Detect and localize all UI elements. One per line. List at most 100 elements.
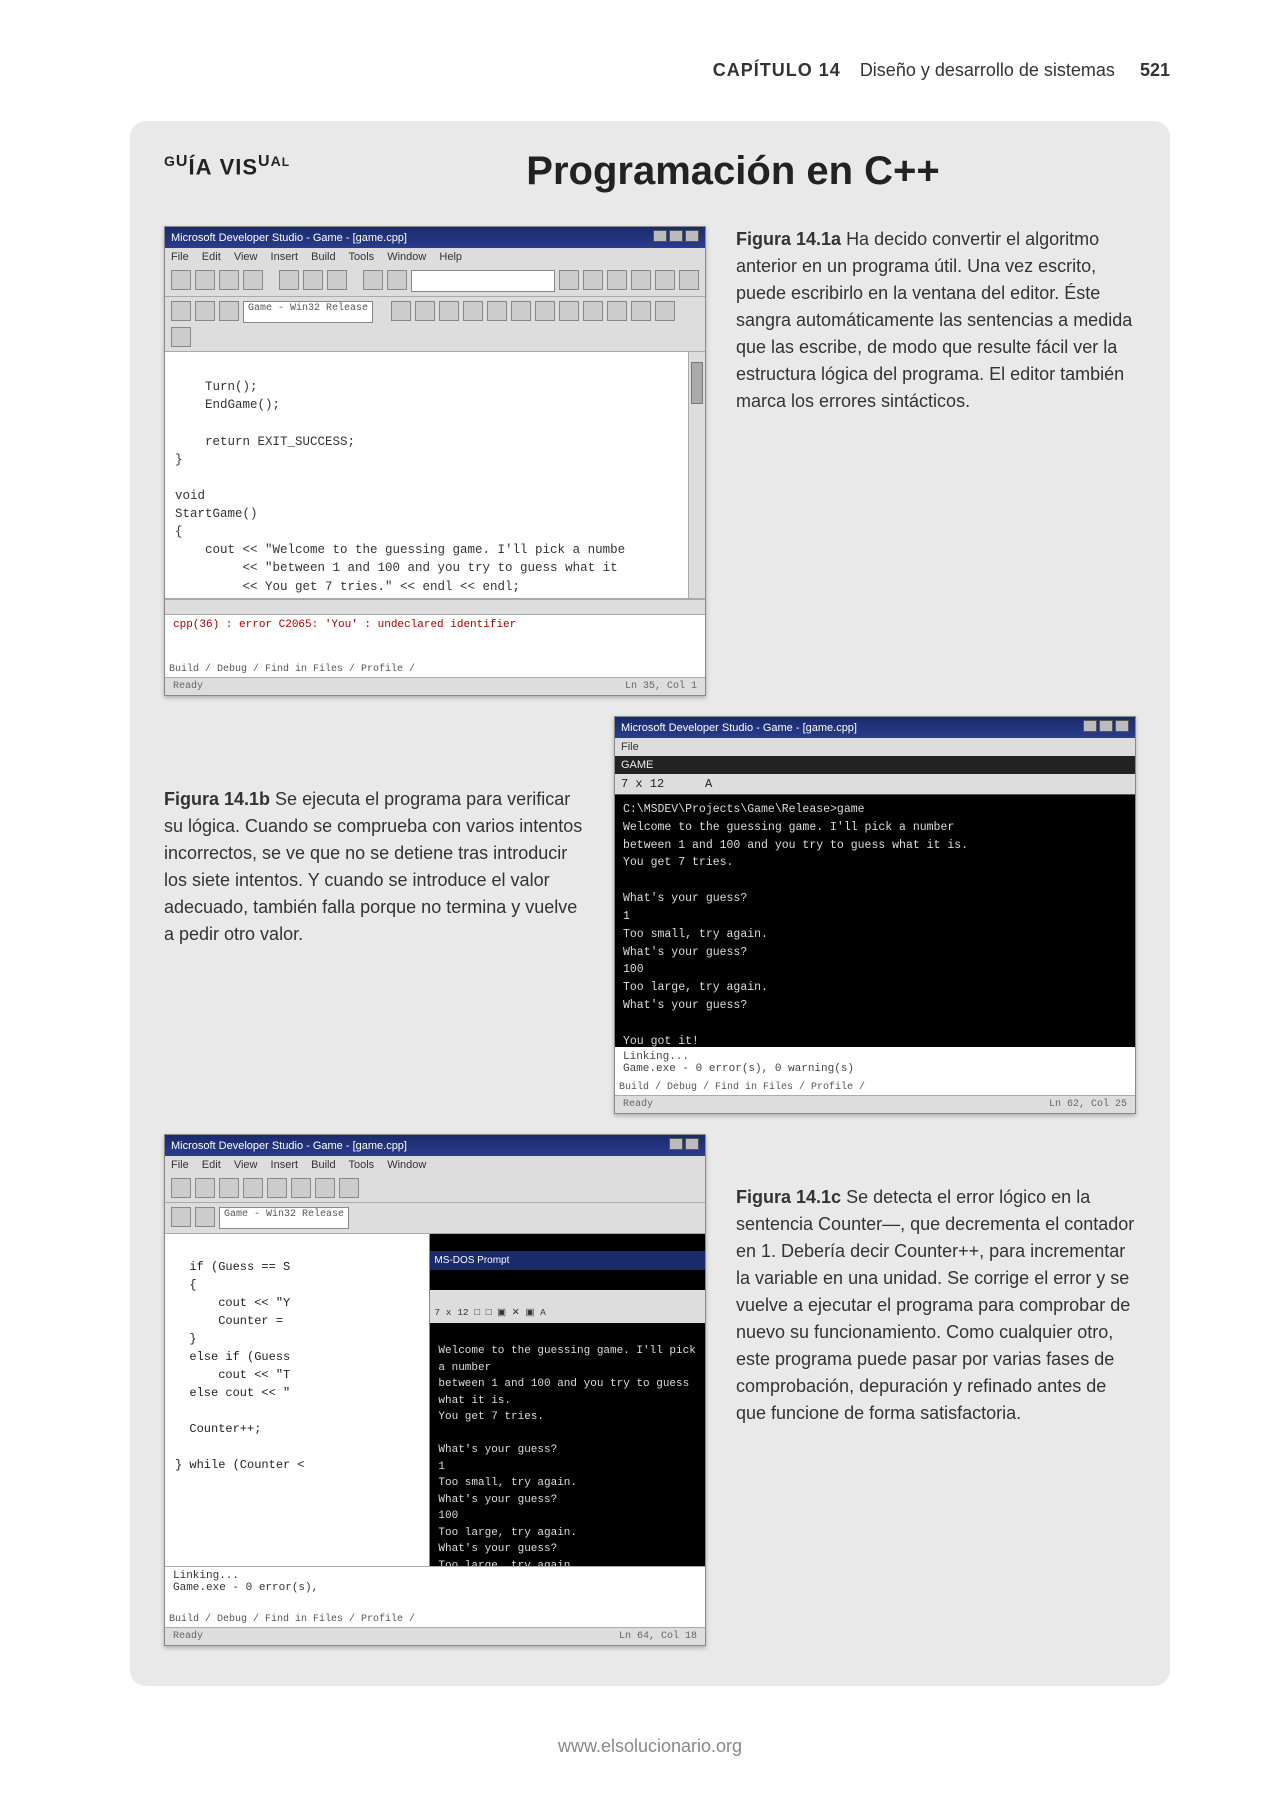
- menu-help[interactable]: Help: [439, 251, 462, 263]
- caption-14-1c: Figura 14.1c Se detecta el error lógico …: [736, 1134, 1136, 1427]
- font-icon[interactable]: A: [705, 777, 712, 791]
- tool-icon[interactable]: [463, 301, 483, 321]
- menu-bar: File Edit View Insert Build Tools Window: [165, 1156, 705, 1174]
- redo-icon[interactable]: [387, 270, 407, 290]
- save-icon[interactable]: [219, 1178, 239, 1198]
- project-icon[interactable]: [171, 301, 191, 321]
- save-all-icon[interactable]: [243, 1178, 263, 1198]
- toolbar-config: Game - Win32 Release: [165, 297, 705, 352]
- menu-window[interactable]: Window: [387, 1159, 426, 1171]
- maximize-icon: [669, 230, 683, 242]
- font-size-combo[interactable]: 7 x 12: [434, 1307, 468, 1318]
- output-tabs[interactable]: Build / Debug / Find in Files / Profile …: [169, 1614, 415, 1625]
- menu-edit[interactable]: Edit: [202, 1159, 221, 1171]
- figure-label: Figura 14.1a: [736, 229, 841, 249]
- build-result: Game.exe - 0 error(s), 0 warning(s): [623, 1063, 1127, 1075]
- page-number: 521: [1140, 60, 1170, 80]
- tool-icon[interactable]: [583, 301, 603, 321]
- menu-edit[interactable]: Edit: [202, 251, 221, 263]
- menu-bar: File Edit View Insert Build Tools Window…: [165, 248, 705, 266]
- chapter-label: CAPÍTULO 14: [713, 60, 841, 80]
- menu-file[interactable]: File: [171, 1159, 189, 1171]
- splitter[interactable]: [165, 599, 705, 615]
- new-icon[interactable]: [171, 1178, 191, 1198]
- prompt-titlebar: MS-DOS Prompt: [430, 1251, 705, 1270]
- toolbar-config: Game - Win32 Release: [165, 1203, 705, 1234]
- class-icon[interactable]: [195, 1207, 215, 1227]
- tool-icon[interactable]: [415, 301, 435, 321]
- menu-tools[interactable]: Tools: [348, 251, 374, 263]
- save-all-icon[interactable]: [243, 270, 263, 290]
- output-pane: cpp(36) : error C2065: 'You' : undeclare…: [165, 615, 705, 677]
- toolbar-main: [165, 266, 705, 297]
- window-titlebar: Microsoft Developer Studio - Game - [gam…: [165, 1135, 705, 1156]
- config-combo[interactable]: Game - Win32 Release: [243, 301, 373, 323]
- code-editor[interactable]: if (Guess == S { cout << "Y Counter = } …: [165, 1234, 430, 1566]
- minimize-icon: [653, 230, 667, 242]
- screenshot-14-1b: Microsoft Developer Studio - Game - [gam…: [614, 716, 1136, 1114]
- cut-icon[interactable]: [279, 270, 299, 290]
- linking-line: Linking...: [623, 1051, 1127, 1063]
- build-icon[interactable]: [631, 270, 651, 290]
- tool-icon[interactable]: [631, 301, 651, 321]
- running-head: CAPÍTULO 14 Diseño y desarrollo de siste…: [130, 60, 1170, 81]
- toolbar-main: [165, 1174, 705, 1203]
- menu-view[interactable]: View: [234, 251, 258, 263]
- figure-text: Se detecta el error lógico en la sentenc…: [736, 1187, 1134, 1423]
- status-left: Ready: [173, 681, 203, 692]
- class-icon[interactable]: [195, 301, 215, 321]
- tool-icon[interactable]: [511, 301, 531, 321]
- open-icon[interactable]: [195, 270, 215, 290]
- compile-icon[interactable]: [607, 270, 627, 290]
- menu-build[interactable]: Build: [311, 251, 335, 263]
- tool-icon[interactable]: [559, 301, 579, 321]
- menu-file[interactable]: File: [621, 741, 639, 753]
- project-icon[interactable]: [171, 1207, 191, 1227]
- open-icon[interactable]: [195, 1178, 215, 1198]
- go-icon[interactable]: [679, 270, 699, 290]
- console-title-text: GAME: [621, 759, 653, 771]
- figure-text: Ha decido convertir el algoritmo anterio…: [736, 229, 1132, 411]
- code-editor[interactable]: Turn(); EndGame(); return EXIT_SUCCESS; …: [165, 352, 705, 599]
- font-size-combo[interactable]: 7 x 12: [621, 777, 681, 791]
- menu-build[interactable]: Build: [311, 1159, 335, 1171]
- tool-icon[interactable]: [607, 301, 627, 321]
- menu-file[interactable]: File: [171, 251, 189, 263]
- find-icon[interactable]: [559, 270, 579, 290]
- menu-tools[interactable]: Tools: [348, 1159, 374, 1171]
- output-tabs[interactable]: Build / Debug / Find in Files / Profile …: [619, 1082, 865, 1093]
- menu-bar: File: [615, 738, 1135, 756]
- stop-icon[interactable]: [655, 270, 675, 290]
- paste-icon[interactable]: [315, 1178, 335, 1198]
- menu-insert[interactable]: Insert: [271, 251, 299, 263]
- cut-icon[interactable]: [267, 1178, 287, 1198]
- undo-icon[interactable]: [339, 1178, 359, 1198]
- new-icon[interactable]: [171, 270, 191, 290]
- tool-icon[interactable]: [487, 301, 507, 321]
- menu-view[interactable]: View: [234, 1159, 258, 1171]
- paste-icon[interactable]: [327, 270, 347, 290]
- status-left: Ready: [623, 1099, 653, 1110]
- undo-icon[interactable]: [363, 270, 383, 290]
- find-files-icon[interactable]: [583, 270, 603, 290]
- tool-icon[interactable]: [171, 327, 191, 347]
- status-bar: Ready Ln 62, Col 25: [615, 1095, 1135, 1113]
- copy-icon[interactable]: [291, 1178, 311, 1198]
- figure-label: Figura 14.1b: [164, 789, 270, 809]
- output-tabs[interactable]: Build / Debug / Find in Files / Profile …: [169, 664, 415, 675]
- menu-insert[interactable]: Insert: [271, 1159, 299, 1171]
- find-combo[interactable]: [411, 270, 555, 292]
- dos-prompt-window: MS-DOS Prompt 7 x 12 □ □ ▣ ✕ ▣ A Welcome…: [430, 1234, 705, 1566]
- config-combo[interactable]: Game - Win32 Release: [219, 1207, 349, 1229]
- tool-icon[interactable]: [655, 301, 675, 321]
- tool-icon[interactable]: [535, 301, 555, 321]
- menu-window[interactable]: Window: [387, 251, 426, 263]
- scrollbar-vertical[interactable]: [688, 352, 705, 598]
- build-output: Linking... Game.exe - 0 error(s),: [165, 1566, 705, 1597]
- copy-icon[interactable]: [303, 270, 323, 290]
- window-title: Microsoft Developer Studio - Game - [gam…: [171, 232, 407, 244]
- save-icon[interactable]: [219, 270, 239, 290]
- tool-icon[interactable]: [391, 301, 411, 321]
- tool-icon[interactable]: [439, 301, 459, 321]
- close-icon: [685, 230, 699, 242]
